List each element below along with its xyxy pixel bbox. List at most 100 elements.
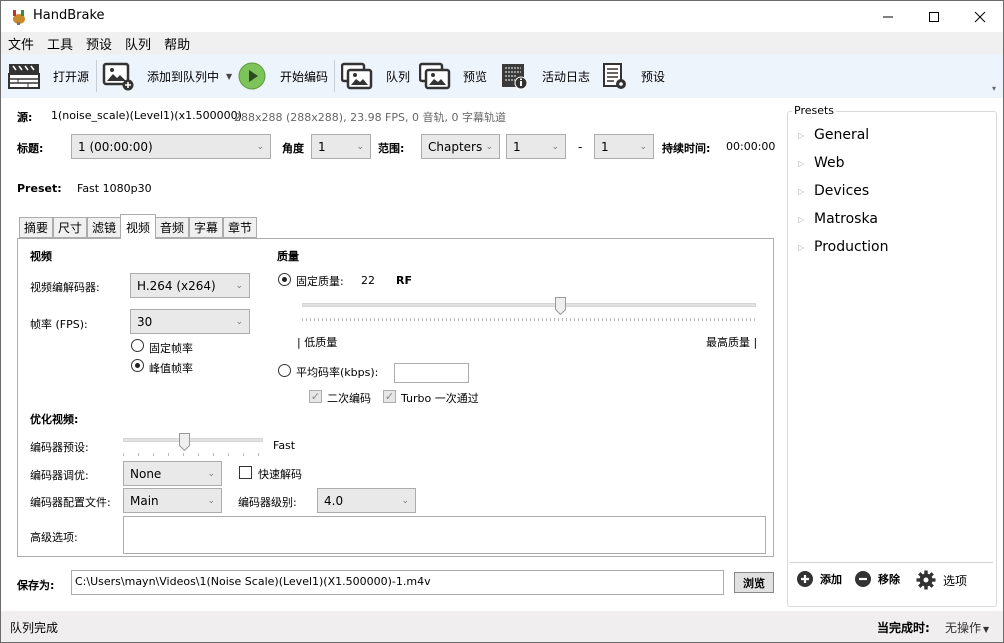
open-source-button[interactable]: 打开源 [8,54,89,98]
add-preset-button[interactable]: 添加 [796,570,842,588]
expand-triangle-icon[interactable]: ▷ [798,215,814,224]
chevron-down-icon: ⌄ [256,141,264,152]
tab-chapters[interactable]: 章节 [223,217,257,238]
quality-slider-ticks [302,318,756,321]
menu-help[interactable]: 帮助 [164,34,190,53]
close-button[interactable] [957,1,1003,32]
duration-value: 00:00:00 [726,140,776,153]
tab-dimensions[interactable]: 尺寸 [53,217,87,238]
add-to-queue-label: 添加到队列中 [147,69,220,84]
when-done-label: 当完成时: [877,621,930,635]
start-encode-label: 开始编码 [280,69,329,84]
chevron-down-icon: ⌄ [207,495,215,506]
constant-quality-radio[interactable] [278,273,291,286]
preview-button[interactable]: 预览 [419,54,487,98]
add-to-queue-button[interactable]: 添加到队列中 ▼ [102,54,232,98]
minimize-button[interactable] [865,1,911,32]
constant-fps-radio[interactable] [131,339,144,352]
when-done-dropdown[interactable]: 无操作 ▼ [945,619,989,636]
status-bar: 队列完成 当完成时: 无操作 ▼ [1,611,1003,642]
expand-triangle-icon[interactable]: ▷ [798,187,814,196]
add-image-icon [102,62,134,91]
preset-options-button[interactable]: 选项 [916,570,967,590]
tab-summary[interactable]: 摘要 [19,217,53,238]
encoder-preset-slider-thumb[interactable] [179,433,191,451]
plus-circle-icon [797,571,813,587]
preset-group-label: Devices [814,183,870,199]
chevron-down-icon: ⌄ [485,141,493,152]
preset-group-web[interactable]: ▷ Web [798,155,845,171]
tab-audio[interactable]: 音频 [155,217,189,238]
angle-select[interactable]: 1 ⌄ [311,134,371,159]
chevron-down-icon: ⌄ [551,141,559,152]
preset-group-production[interactable]: ▷ Production [798,239,888,255]
start-encode-button[interactable]: 开始编码 [238,54,328,98]
advanced-label: 高级选项: [30,531,78,544]
toolbar-overflow-icon[interactable]: ▾ [992,84,996,93]
fast-decode-checkbox[interactable] [239,466,252,479]
quality-slider-thumb[interactable] [555,297,567,315]
range-end-select[interactable]: 1 ⌄ [594,134,654,159]
range-start-select[interactable]: 1 ⌄ [506,134,566,159]
fps-label: 帧率 (FPS): [30,318,88,331]
menu-presets[interactable]: 预设 [86,34,112,53]
preset-group-devices[interactable]: ▷ Devices [798,183,869,199]
chevron-down-icon: ⌄ [235,316,243,327]
maximize-icon [929,11,939,22]
preset-group-general[interactable]: ▷ General [798,127,869,143]
close-icon [974,11,986,22]
avg-bitrate-input[interactable] [394,363,469,383]
rf-unit: RF [396,274,412,287]
codec-select[interactable]: H.264 (x264) ⌄ [130,273,250,298]
title-select[interactable]: 1 (00:00:00) ⌄ [71,134,271,159]
two-pass-checkbox[interactable]: ✓ [309,390,322,403]
expand-triangle-icon[interactable]: ▷ [798,131,814,140]
presets-title: Presets [792,104,837,117]
expand-triangle-icon[interactable]: ▷ [798,159,814,168]
minimize-icon [883,16,893,17]
preset-group-matroska[interactable]: ▷ Matroska [798,211,878,227]
profile-select-value: Main [130,493,159,508]
dropdown-arrow-icon[interactable]: ▼ [226,72,232,81]
presets-label: 预设 [641,69,666,84]
queue-status: 队列完成 [10,621,59,635]
preset-group-label: Web [814,155,845,171]
avg-bitrate-radio[interactable] [278,364,291,377]
menu-file[interactable]: 文件 [8,34,34,53]
fps-select-value: 30 [137,314,153,329]
menu-queue[interactable]: 队列 [125,34,151,53]
profile-select[interactable]: Main ⌄ [123,488,222,513]
range-type-select[interactable]: Chapters ⌄ [421,134,500,159]
queue-button[interactable]: 队列 [341,54,410,98]
presets-button[interactable]: 预设 [602,54,665,98]
activity-log-icon [502,64,528,90]
tab-video[interactable]: 视频 [120,214,156,239]
turbo-checkbox[interactable]: ✓ [383,390,396,403]
peak-fps-radio[interactable] [131,359,144,372]
tune-select[interactable]: None ⌄ [123,461,222,486]
tab-filters[interactable]: 滤镜 [87,217,121,238]
menu-tools[interactable]: 工具 [47,34,73,53]
remove-preset-label: 移除 [878,573,900,586]
preset-value: Fast 1080p30 [77,182,152,195]
activity-log-button[interactable]: 活动日志 [500,54,590,98]
save-path-input[interactable]: C:\Users\mayn\Videos\1(Noise Scale)(Leve… [71,570,724,595]
encoder-preset-slider-track[interactable] [123,438,263,442]
remove-preset-button[interactable]: 移除 [854,570,900,588]
browse-button[interactable]: 浏览 [734,572,774,593]
tab-subtitles[interactable]: 字幕 [189,217,223,238]
expand-triangle-icon[interactable]: ▷ [798,243,814,252]
codec-label: 视频编解码器: [30,281,100,294]
presets-divider [790,562,993,563]
gear-icon [916,570,936,590]
quality-slider-track[interactable] [302,303,756,307]
maximize-button[interactable] [911,1,957,32]
low-quality-label: | 低质量 [297,336,338,349]
tune-label: 编码器调优: [30,469,89,482]
quality-section-title: 质量 [277,250,299,263]
preset-options-label: 选项 [943,573,968,588]
advanced-options-input[interactable] [123,516,766,554]
level-select[interactable]: 4.0 ⌄ [317,488,416,513]
add-preset-label: 添加 [820,573,842,586]
fps-select[interactable]: 30 ⌄ [130,309,250,334]
